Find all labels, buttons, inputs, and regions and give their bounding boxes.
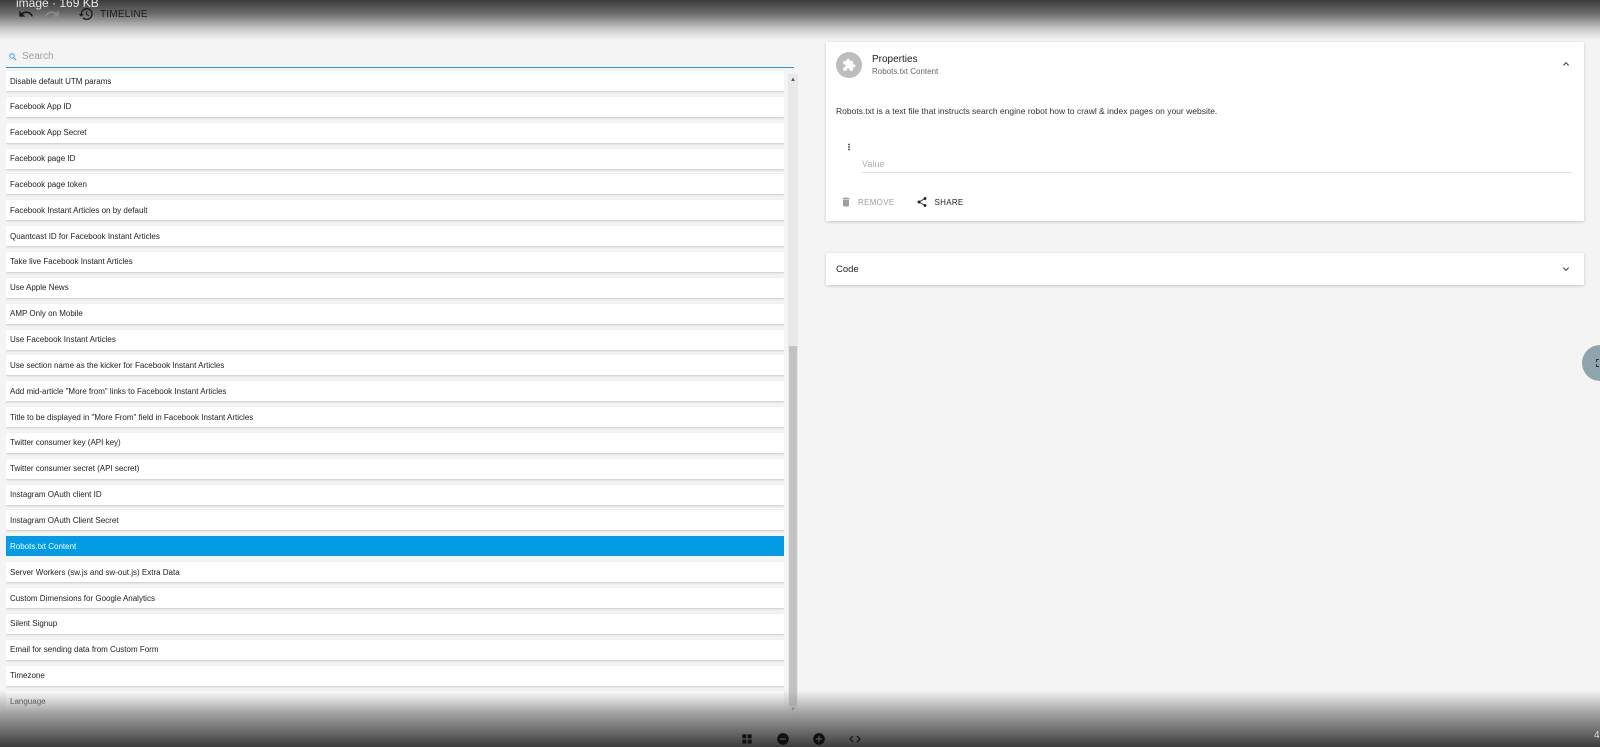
list-item[interactable]: Title to be displayed in "More From" fie… <box>6 407 784 428</box>
list-item[interactable]: Use Facebook Instant Articles <box>6 329 784 350</box>
list-item-selected[interactable]: Robots.txt Content <box>6 536 784 557</box>
list-item[interactable]: Facebook page token <box>6 174 784 195</box>
floating-action-button[interactable] <box>1582 345 1600 381</box>
list-item[interactable]: Server Workers (sw.js and sw-out.js) Ext… <box>6 562 784 583</box>
share-label: SHARE <box>934 197 964 207</box>
list-item[interactable]: Custom Dimensions for Google Analytics <box>6 588 784 608</box>
zoom-out-icon[interactable] <box>776 732 790 746</box>
grid-icon[interactable] <box>740 732 754 746</box>
remove-label: REMOVE <box>858 197 895 207</box>
expand-icon <box>1596 359 1599 367</box>
properties-subtitle: Robots.txt Content <box>872 67 939 76</box>
share-button[interactable]: SHARE <box>916 196 963 208</box>
history-icon <box>78 8 93 21</box>
list-item[interactable]: Use section name as the kicker for Faceb… <box>6 355 784 376</box>
code-title: Code <box>836 263 859 275</box>
value-field[interactable]: Value <box>862 155 1572 173</box>
chevron-down-icon[interactable] <box>1560 263 1572 275</box>
properties-title: Properties <box>872 54 918 65</box>
search-input[interactable] <box>22 51 722 62</box>
list-item[interactable]: Take live Facebook Instant Articles <box>6 251 784 272</box>
list-item[interactable]: Facebook Instant Articles on by default <box>6 200 784 221</box>
timeline-button[interactable]: TIMELINE <box>78 6 148 22</box>
search-icon <box>9 52 17 61</box>
delete-icon <box>842 197 850 207</box>
properties-description: Robots.txt is a text file that instructs… <box>836 106 1218 116</box>
list-item[interactable]: Facebook App ID <box>6 96 784 117</box>
list-item[interactable]: Silent Signup <box>6 613 784 634</box>
more-vert-icon[interactable] <box>844 140 854 154</box>
remove-button[interactable]: REMOVE <box>840 196 894 208</box>
undo-icon[interactable] <box>18 6 34 22</box>
top-toolbar: image · 169 KB TIMELINE <box>0 0 1600 40</box>
avatar <box>836 52 862 78</box>
list-item[interactable]: Instagram OAuth Client Secret <box>6 510 784 531</box>
chevron-up-icon[interactable] <box>1560 58 1572 70</box>
list-item[interactable]: Quantcast ID for Facebook Instant Articl… <box>6 226 784 247</box>
list-item[interactable]: Instagram OAuth client ID <box>6 484 784 505</box>
code-view-icon[interactable] <box>848 732 862 746</box>
list-item[interactable]: Add mid-article "More from" links to Fac… <box>6 381 784 402</box>
viewer-tools <box>740 732 862 746</box>
page-number: 4 <box>1594 730 1600 741</box>
list-item[interactable]: Timezone <box>6 665 784 686</box>
timeline-label: TIMELINE <box>100 8 148 20</box>
list-item[interactable]: Disable default UTM params <box>6 71 784 91</box>
redo-icon[interactable] <box>44 6 60 22</box>
properties-actions: REMOVE SHARE <box>840 196 964 208</box>
code-card[interactable]: Code <box>826 253 1584 285</box>
list-item[interactable]: Email for sending data from Custom Form <box>6 639 784 660</box>
zoom-in-icon[interactable] <box>812 732 826 746</box>
puzzle-icon <box>843 58 856 71</box>
list-scrollbar[interactable]: ▲ ▼ <box>788 74 798 714</box>
properties-header: Properties Robots.txt Content <box>836 52 938 78</box>
properties-card: Properties Robots.txt Content Robots.txt… <box>826 42 1584 221</box>
search-bar <box>6 46 794 68</box>
history-tools: TIMELINE <box>18 6 148 22</box>
scroll-thumb[interactable] <box>789 346 797 706</box>
list-item[interactable]: Use Apple News <box>6 277 784 298</box>
list-item[interactable]: Facebook App Secret <box>6 122 784 143</box>
list-item[interactable]: Twitter consumer key (API key) <box>6 432 784 453</box>
scroll-up-arrow[interactable]: ▲ <box>788 76 798 84</box>
share-icon <box>917 197 927 207</box>
settings-list: Disable default UTM params Facebook App I… <box>6 70 784 710</box>
list-item[interactable]: Twitter consumer secret (API secret) <box>6 458 784 479</box>
list-item[interactable]: Facebook page ID <box>6 148 784 169</box>
list-item[interactable]: AMP Only on Mobile <box>6 303 784 324</box>
